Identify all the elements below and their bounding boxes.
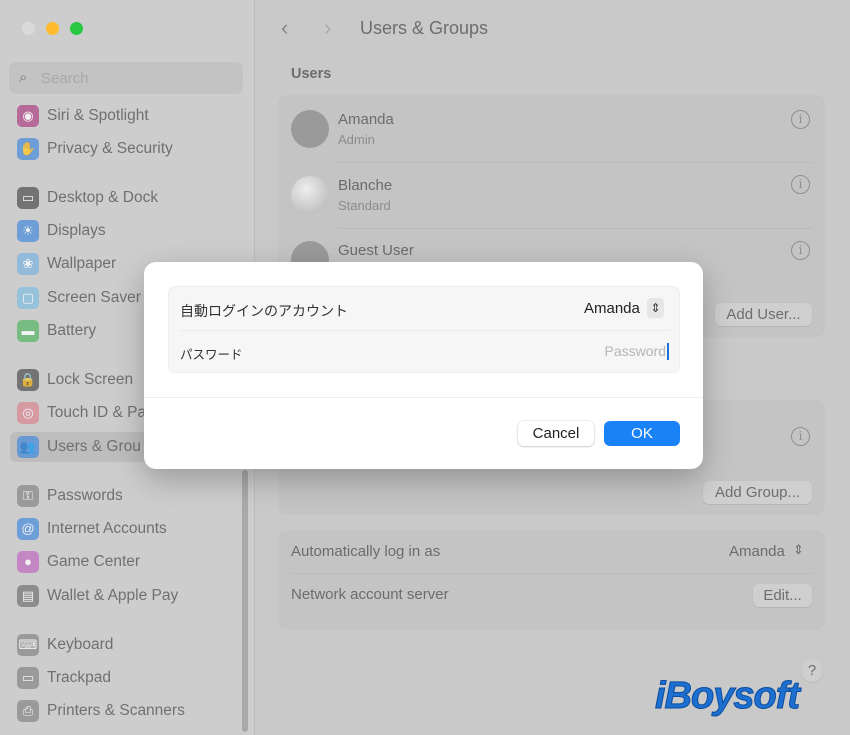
screen-saver-icon: ▢ xyxy=(17,287,39,309)
lock-icon: 🔒 xyxy=(17,369,39,391)
trackpad-icon: ▭ xyxy=(17,667,39,689)
account-label: 自動ログインのアカウント xyxy=(180,303,348,319)
forward-chevron-icon[interactable]: › xyxy=(324,15,331,41)
password-input[interactable]: Password xyxy=(549,341,669,363)
edit-button[interactable]: Edit... xyxy=(753,584,812,607)
user-name: Amanda xyxy=(338,111,394,128)
help-button[interactable]: ? xyxy=(801,660,823,682)
siri-icon: ◉ xyxy=(17,105,39,127)
game-center-icon: ● xyxy=(17,551,39,573)
minimize-button[interactable] xyxy=(46,22,59,35)
avatar xyxy=(291,176,329,214)
user-name: Blanche xyxy=(338,177,393,194)
zoom-button[interactable] xyxy=(70,22,83,35)
ok-button[interactable]: OK xyxy=(604,421,680,446)
close-button[interactable] xyxy=(22,22,35,35)
users-icon: 👥 xyxy=(17,436,39,458)
add-group-button[interactable]: Add Group... xyxy=(703,481,812,504)
auto-login-dialog: 自動ログインのアカウント Amanda ⇕ パスワード Password Can… xyxy=(144,262,703,469)
printer-icon: ⎙ xyxy=(17,700,39,722)
sidebar-item-label: Desktop & Dock xyxy=(47,189,159,206)
battery-icon: ▬ xyxy=(17,320,39,342)
keyboard-icon: ⌨ xyxy=(17,634,39,656)
info-icon[interactable]: i xyxy=(791,175,810,194)
text-cursor xyxy=(667,343,669,360)
sidebar-item-label: Internet Accounts xyxy=(47,520,167,537)
sidebar-item-label: Trackpad xyxy=(47,669,112,686)
user-name: Guest User xyxy=(338,242,414,259)
auto-login-select[interactable]: Amanda xyxy=(729,543,785,560)
add-user-button[interactable]: Add User... xyxy=(715,303,812,326)
auto-login-label: Automatically log in as xyxy=(291,543,441,560)
sun-icon: ☀ xyxy=(17,220,39,242)
sidebar-item-keyboard[interactable]: ⌨ Keyboard xyxy=(10,630,242,660)
sidebar-item-label: Battery xyxy=(47,322,97,339)
back-chevron-icon[interactable]: ‹ xyxy=(281,15,288,41)
sidebar-item-label: Screen Saver xyxy=(47,289,141,306)
chevron-updown-icon[interactable]: ⇕ xyxy=(647,298,664,318)
sidebar-item-printers-scanners[interactable]: ⎙ Printers & Scanners xyxy=(10,696,242,726)
avatar xyxy=(291,110,329,148)
sidebar-item-siri-spotlight[interactable]: ◉ Siri & Spotlight xyxy=(10,101,242,131)
sidebar-item-label: Passwords xyxy=(47,487,123,504)
page-title: Users & Groups xyxy=(360,18,489,38)
sidebar-item-internet-accounts[interactable]: @ Internet Accounts xyxy=(10,514,242,544)
wallpaper-icon: ❀ xyxy=(17,253,39,275)
sidebar-item-label: Privacy & Security xyxy=(47,140,173,157)
sidebar-item-label: Keyboard xyxy=(47,636,114,653)
password-label: パスワード xyxy=(180,348,243,362)
dialog-form: 自動ログインのアカウント Amanda ⇕ パスワード Password xyxy=(168,286,680,373)
account-select[interactable]: Amanda xyxy=(584,300,640,317)
sidebar-item-label: Displays xyxy=(47,222,106,239)
info-icon[interactable]: i xyxy=(791,427,810,446)
fingerprint-icon: ◎ xyxy=(17,402,39,424)
sidebar-item-label: Lock Screen xyxy=(47,371,134,388)
sidebar-item-displays[interactable]: ☀ Displays xyxy=(10,216,242,246)
chevron-updown-icon: ⇕ xyxy=(793,542,804,557)
search-placeholder: Search xyxy=(41,70,89,87)
search-input[interactable]: ⌕ Search xyxy=(9,62,243,94)
info-icon[interactable]: i xyxy=(791,110,810,129)
search-icon: ⌕ xyxy=(19,69,28,86)
at-icon: @ xyxy=(17,518,39,540)
sidebar-scrollbar[interactable] xyxy=(242,470,248,732)
sidebar-item-game-center[interactable]: ● Game Center xyxy=(10,547,242,577)
user-role: Admin xyxy=(338,132,375,147)
key-icon: ⚿ xyxy=(17,485,39,507)
hand-icon: ✋ xyxy=(17,138,39,160)
info-icon[interactable]: i xyxy=(791,241,810,260)
sidebar-item-passwords[interactable]: ⚿ Passwords xyxy=(10,481,242,511)
sidebar-item-label: Game Center xyxy=(47,553,141,570)
sidebar-item-desktop-dock[interactable]: ▭ Desktop & Dock xyxy=(10,183,242,213)
iboysoft-watermark: iBoysoft xyxy=(655,675,801,718)
sidebar-item-label: Users & Grou xyxy=(47,438,141,455)
user-role: Standard xyxy=(338,198,391,213)
sidebar-item-label: Siri & Spotlight xyxy=(47,107,149,124)
sidebar-item-wallet-apple-pay[interactable]: ▤ Wallet & Apple Pay xyxy=(10,581,242,611)
users-heading: Users xyxy=(291,66,332,82)
network-server-label: Network account server xyxy=(291,586,449,603)
dock-icon: ▭ xyxy=(17,187,39,209)
sidebar-item-label: Wallet & Apple Pay xyxy=(47,587,179,604)
sidebar-item-trackpad[interactable]: ▭ Trackpad xyxy=(10,663,242,693)
sidebar-item-label: Wallpaper xyxy=(47,255,117,272)
sidebar-item-privacy-security[interactable]: ✋ Privacy & Security xyxy=(10,134,242,164)
cancel-button[interactable]: Cancel xyxy=(518,421,594,446)
password-placeholder: Password xyxy=(604,343,666,359)
wallet-icon: ▤ xyxy=(17,585,39,607)
sidebar-item-label: Printers & Scanners xyxy=(47,702,185,719)
